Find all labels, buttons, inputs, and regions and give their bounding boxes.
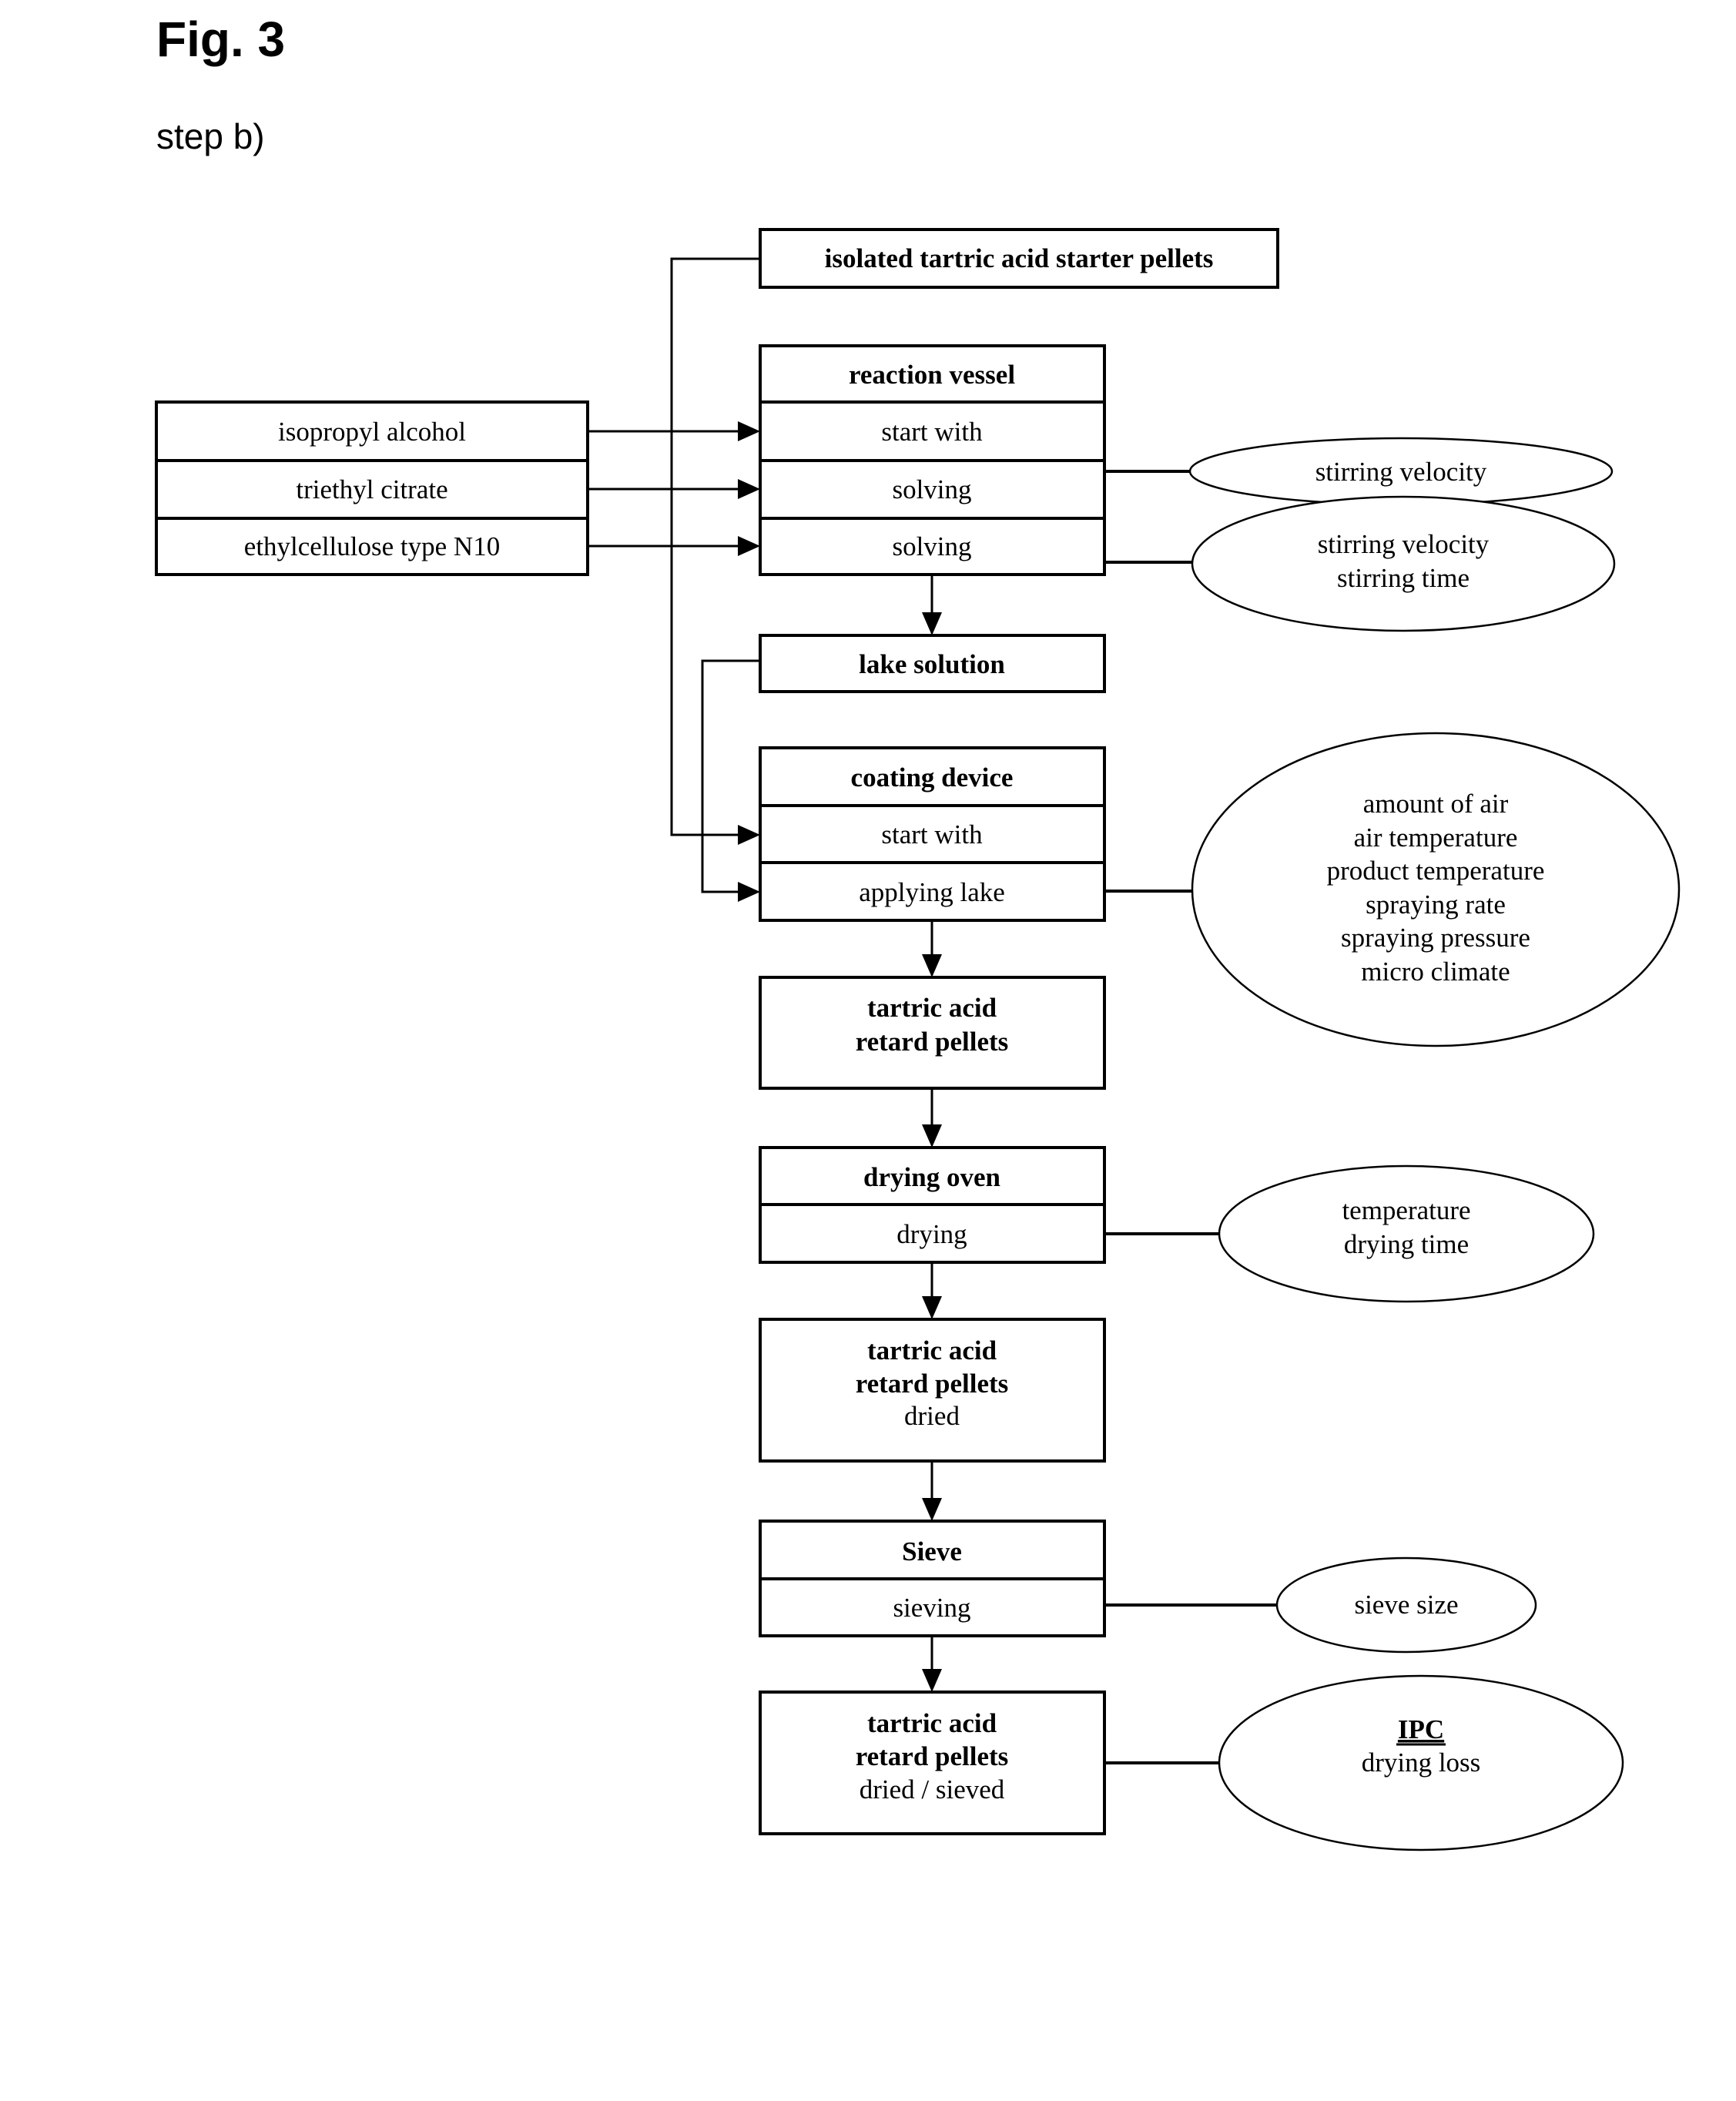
retard-pellets-label: retard pellets	[856, 1027, 1009, 1057]
dried-pellets-label: tartric acid	[867, 1335, 997, 1365]
lake-solution-label: lake solution	[859, 649, 1005, 679]
arrowhead-icon	[922, 1296, 942, 1319]
retard-pellets-final-box: tartric acid retard pellets dried / siev…	[759, 1691, 1106, 1835]
coating-device-header: coating device	[851, 762, 1014, 792]
param-text: spraying pressure	[1341, 923, 1530, 953]
arrowhead-icon	[922, 954, 942, 977]
arrowhead-icon	[922, 1124, 942, 1148]
lake-solution-box: lake solution	[759, 634, 1106, 693]
sieve-params: sieve size	[1275, 1556, 1537, 1654]
retard-pellets-label: tartric acid	[867, 993, 997, 1023]
ingredient-isopropyl-alcohol: isopropyl alcohol	[278, 417, 466, 447]
drying-oven-header: drying oven	[863, 1162, 1000, 1192]
arrowhead-icon	[922, 1498, 942, 1521]
coating-device-row: applying lake	[859, 877, 1005, 907]
dried-pellets-label: dried	[904, 1401, 960, 1431]
drying-oven-box: drying oven drying	[759, 1146, 1106, 1264]
param-text: drying loss	[1362, 1747, 1481, 1778]
reaction-vessel-row: start with	[881, 417, 983, 447]
param-text: spraying rate	[1366, 890, 1506, 920]
param-text: sieve size	[1354, 1590, 1458, 1620]
coating-params: amount of air air temperature product te…	[1191, 732, 1681, 1047]
stirring-params-2: stirring velocity stirring time	[1191, 495, 1616, 632]
ipc-params: IPC drying loss	[1218, 1674, 1624, 1851]
drying-oven-row: drying	[896, 1219, 967, 1249]
coating-device-row: start with	[881, 819, 983, 849]
arrowhead-icon	[738, 479, 760, 499]
reaction-vessel-row: solving	[892, 474, 971, 504]
reaction-vessel-box: reaction vessel start with solving solvi…	[759, 344, 1106, 576]
stirring-params-1: stirring velocity	[1188, 437, 1614, 506]
ingredient-triethyl-citrate: triethyl citrate	[296, 474, 447, 504]
ingredients-box: isopropyl alcohol triethyl citrate ethyl…	[155, 400, 589, 576]
param-text: stirring velocity	[1318, 529, 1490, 559]
param-text: air temperature	[1354, 823, 1518, 853]
param-text: temperature	[1342, 1195, 1470, 1225]
param-text: product temperature	[1327, 856, 1545, 886]
retard-pellets-box: tartric acid retard pellets	[759, 976, 1106, 1090]
final-pellets-label: tartric acid	[867, 1708, 997, 1738]
sieve-box: Sieve sieving	[759, 1520, 1106, 1637]
starter-pellets-label: isolated tartric acid starter pellets	[825, 243, 1214, 273]
dried-pellets-label: retard pellets	[856, 1369, 1009, 1399]
process-flow-diagram: isolated tartric acid starter pellets is…	[155, 228, 1681, 1851]
arrowhead-icon	[738, 421, 760, 441]
retard-pellets-dried-box: tartric acid retard pellets dried	[759, 1318, 1106, 1463]
ipc-heading: IPC	[1398, 1714, 1444, 1744]
param-text: stirring velocity	[1315, 457, 1487, 487]
param-text: drying time	[1344, 1229, 1469, 1259]
reaction-vessel-row: solving	[892, 531, 971, 561]
drying-params: temperature drying time	[1218, 1164, 1595, 1303]
arrowhead-icon	[738, 825, 760, 845]
arrowhead-icon	[738, 882, 760, 902]
coating-device-box: coating device start with applying lake	[759, 746, 1106, 922]
reaction-vessel-header: reaction vessel	[849, 360, 1015, 390]
final-pellets-label: dried / sieved	[860, 1774, 1005, 1804]
param-text: amount of air	[1363, 789, 1509, 819]
sieve-header: Sieve	[902, 1536, 962, 1567]
starter-pellets-box: isolated tartric acid starter pellets	[759, 228, 1279, 289]
connector-lake-to-coating	[701, 659, 760, 893]
param-text: stirring time	[1337, 563, 1470, 593]
param-text: micro climate	[1361, 957, 1510, 987]
ingredient-ethylcellulose: ethylcellulose type N10	[244, 531, 500, 561]
arrowhead-icon	[922, 1669, 942, 1692]
sieve-row: sieving	[893, 1593, 970, 1623]
arrowhead-icon	[922, 612, 942, 635]
final-pellets-label: retard pellets	[856, 1741, 1009, 1771]
arrowhead-icon	[738, 536, 760, 556]
